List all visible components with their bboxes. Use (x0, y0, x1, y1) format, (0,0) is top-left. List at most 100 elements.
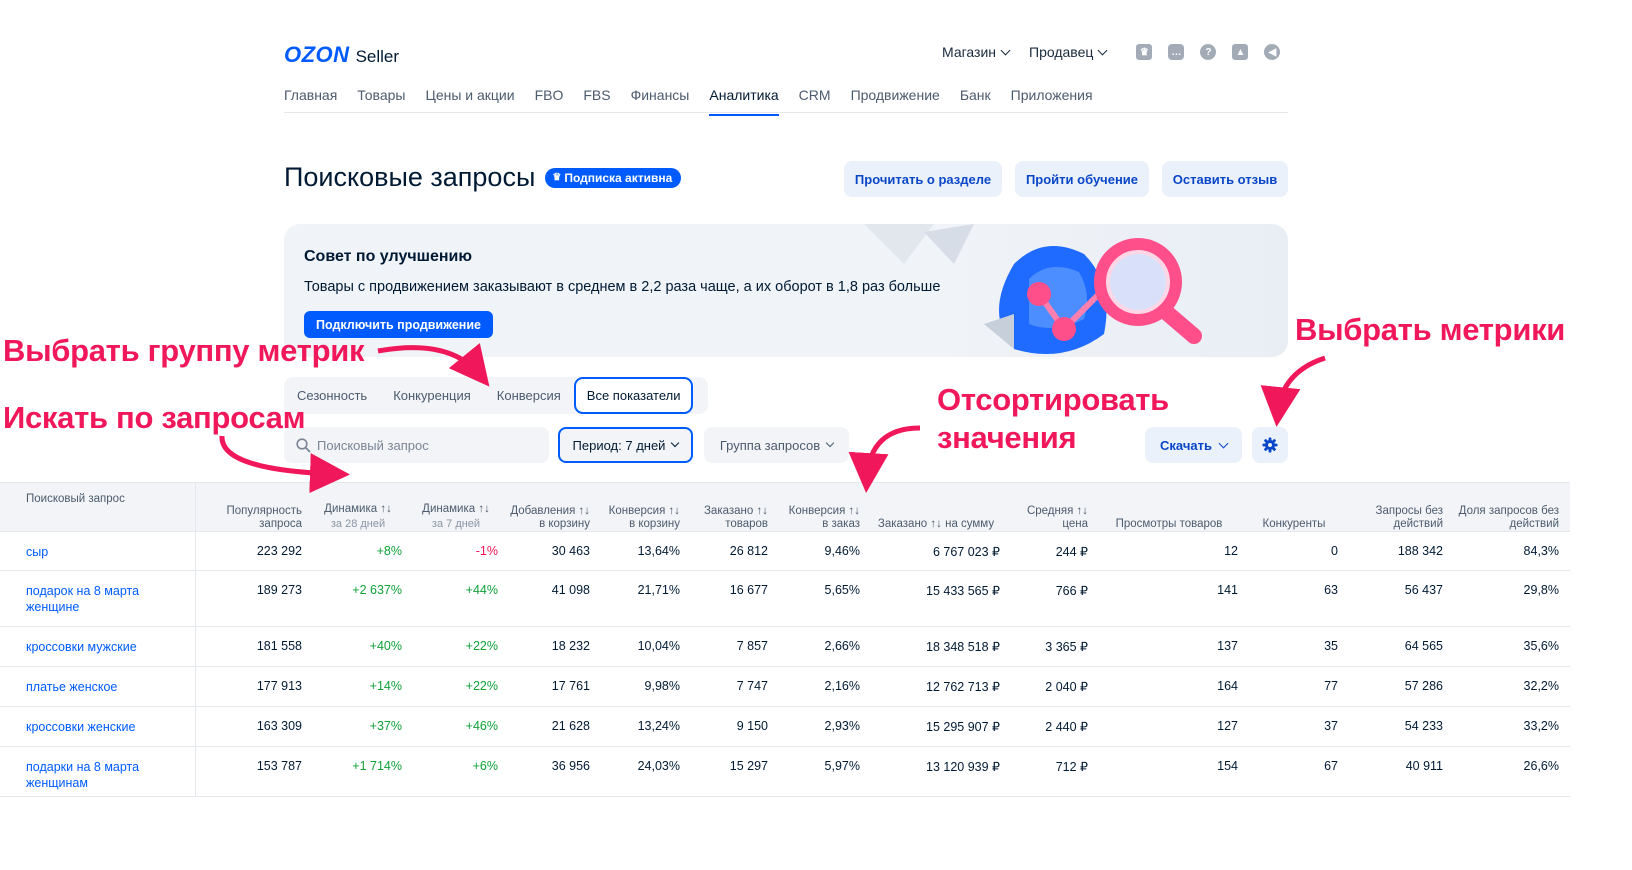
table-cell: 2 040 ₽ (1045, 680, 1088, 694)
chevron-down-icon (825, 438, 835, 448)
table-cell: 18 348 518 ₽ (926, 640, 1000, 654)
nav-item-6[interactable]: Аналитика (709, 87, 779, 116)
subscription-badge-label: Подписка активна (564, 170, 673, 185)
table-cell: 141 (1217, 583, 1238, 597)
table-header: Поисковый запрос Популярность запроса Дина… (0, 482, 1570, 532)
nav-item-3[interactable]: FBO (535, 87, 564, 115)
nav-item-0[interactable]: Главная (284, 87, 337, 115)
column-header-8[interactable]: Заказано ↑↓ на сумму (866, 483, 1006, 531)
metrics-settings-button[interactable] (1252, 427, 1288, 463)
table-cell: 3 365 ₽ (1045, 640, 1088, 654)
nav-item-9[interactable]: Банк (960, 87, 991, 115)
table-cell: +8% (376, 544, 402, 558)
query-link[interactable]: кроссовки женские (0, 707, 196, 746)
leave-feedback-button[interactable]: Оставить отзыв (1162, 161, 1288, 197)
query-group-select[interactable]: Группа запросов (704, 427, 849, 463)
seller-menu-label: Продавец (1029, 44, 1094, 60)
table-cell: 0 (1331, 544, 1338, 558)
tab-conversion[interactable]: Конверсия (484, 377, 574, 414)
nav-item-1[interactable]: Товары (357, 87, 405, 115)
table-cell: 67 (1324, 759, 1338, 773)
table-cell: 12 762 713 ₽ (926, 680, 1000, 694)
table-cell: 29,8% (1523, 583, 1559, 597)
nav-item-5[interactable]: Финансы (631, 87, 690, 115)
column-header-label: Конверсия ↑↓ в заказ (788, 505, 860, 530)
nav-item-8[interactable]: Продвижение (851, 87, 940, 115)
nav-item-2[interactable]: Цены и акции (425, 87, 514, 115)
column-header-0[interactable]: Поисковый запрос (0, 483, 196, 531)
main-nav: Главная Товары Цены и акции FBO FBS Финансы Ан… (284, 87, 1093, 116)
table-cell: 15 433 565 ₽ (926, 584, 1000, 598)
ozon-seller-logo[interactable]: OZON Seller (284, 42, 399, 68)
query-link[interactable]: подарки на 8 марта женщинам (0, 747, 196, 796)
table-cell: 127 (1217, 719, 1238, 733)
table-cell: 12 (1224, 544, 1238, 558)
table-row: подарок на 8 марта женщине 189 273 +2 637%… (0, 571, 1570, 627)
annotation-sort-line2: значения (937, 420, 1077, 455)
page-title-row: Поисковые запросы ♛ Подписка активна (284, 162, 682, 193)
query-link[interactable]: сыр (0, 532, 196, 570)
tab-competition[interactable]: Конкуренция (380, 377, 484, 414)
chat-icon[interactable]: … (1168, 44, 1185, 60)
table-cell: 2,16% (824, 679, 860, 693)
arrow-to-sort (848, 425, 921, 493)
store-menu[interactable]: Магазин (942, 44, 1011, 60)
column-header-sublabel: за 7 дней (431, 518, 481, 530)
table-cell: -1% (475, 544, 498, 558)
period-select[interactable]: Период: 7 дней (558, 427, 693, 463)
annotation-search: Искать по запросам (3, 400, 306, 435)
chevron-down-icon (1218, 438, 1229, 448)
column-header-label: Конкуренты (1262, 518, 1326, 530)
table-cell: 77 (1324, 679, 1338, 693)
column-header-2[interactable]: Динамика ↑↓ за 28 дней (308, 483, 408, 531)
download-button[interactable]: Скачать (1145, 427, 1242, 463)
table-cell: 84,3% (1523, 544, 1559, 558)
crown-icon[interactable]: ♛ (1136, 44, 1153, 60)
metric-group-tabs: Сезонность Конкуренция Конверсия Все пок… (284, 377, 708, 414)
column-header-1[interactable]: Популярность запроса (196, 483, 308, 531)
column-header-label: Популярность запроса (226, 505, 302, 530)
take-training-button[interactable]: Пройти обучение (1015, 161, 1149, 197)
table-cell: 33,2% (1523, 719, 1559, 733)
table-cell: 9,46% (824, 544, 860, 558)
table-cell: 26 812 (729, 544, 768, 558)
column-header-6[interactable]: Заказано ↑↓ товаров (686, 483, 774, 531)
nav-item-10[interactable]: Приложения (1011, 87, 1093, 115)
column-header-13[interactable]: Доля запросов без действий (1449, 483, 1565, 531)
column-header-7[interactable]: Конверсия ↑↓ в заказ (774, 483, 866, 531)
query-link[interactable]: платье женское (0, 667, 196, 706)
table-cell: +1 714% (352, 759, 402, 773)
table-cell: 40 911 (1405, 759, 1443, 773)
column-header-10[interactable]: Просмотры товаров (1094, 483, 1244, 531)
table-cell: 56 437 (1404, 583, 1443, 597)
table-cell: 41 098 (551, 583, 590, 597)
column-header-12[interactable]: Запросы без действий (1344, 483, 1449, 531)
search-icon (296, 437, 311, 452)
column-header-9[interactable]: Средняя ↑↓ цена (1006, 483, 1094, 531)
table-row: подарки на 8 марта женщинам 153 787 +1 714… (0, 747, 1570, 797)
search-input[interactable] (317, 437, 537, 453)
tab-all-metrics[interactable]: Все показатели (573, 377, 694, 414)
seller-menu[interactable]: Продавец (1029, 44, 1108, 60)
column-header-5[interactable]: Конверсия ↑↓ в корзину (596, 483, 686, 531)
column-header-11[interactable]: Конкуренты (1244, 483, 1344, 531)
table-cell: 164 (1217, 679, 1238, 693)
nav-item-7[interactable]: CRM (799, 87, 831, 115)
banner-title: Совет по улучшению (304, 248, 473, 265)
query-link[interactable]: подарок на 8 марта женщине (0, 571, 196, 626)
column-header-4[interactable]: Добавления ↑↓ в корзину (504, 483, 596, 531)
store-menu-label: Магазин (942, 44, 997, 60)
table-cell: 35,6% (1523, 639, 1559, 653)
logo-product: Seller (355, 47, 400, 66)
graduation-cap-icon[interactable]: ▲ (1232, 44, 1249, 60)
nav-item-4[interactable]: FBS (583, 87, 610, 115)
megaphone-icon[interactable]: ◀ (1264, 44, 1281, 60)
query-link[interactable]: кроссовки мужские (0, 627, 196, 666)
read-about-section-button[interactable]: Прочитать о разделе (844, 161, 1002, 197)
help-icon[interactable]: ? (1200, 44, 1217, 60)
table-cell: 13,64% (637, 544, 680, 558)
column-header-3[interactable]: Динамика ↑↓ за 7 дней (408, 483, 504, 531)
column-header-label: Запросы без действий (1375, 505, 1443, 530)
table-cell: 6 767 023 ₽ (932, 545, 1000, 559)
table-cell: 13,24% (637, 719, 680, 733)
